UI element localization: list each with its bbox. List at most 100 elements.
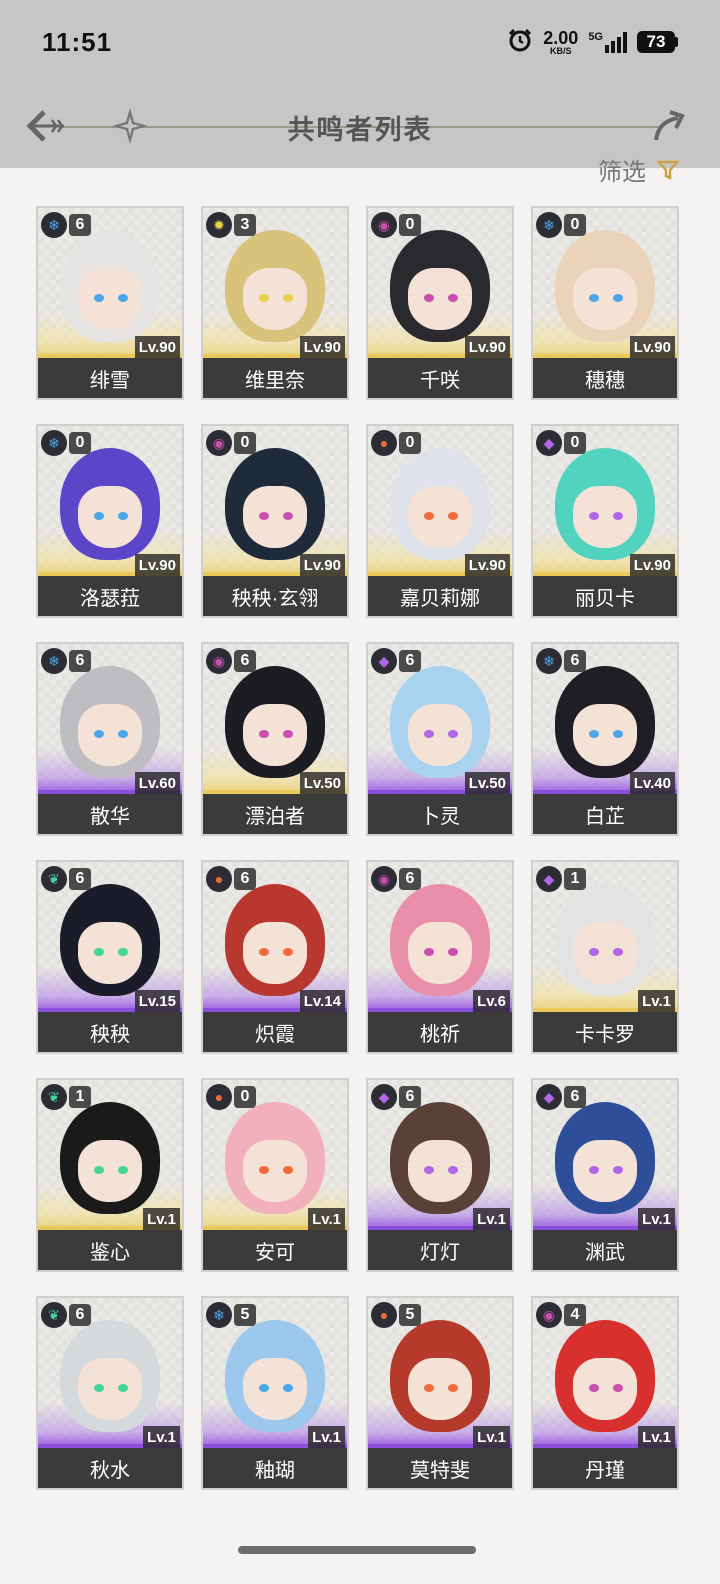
resonator-card[interactable]: ◆ 6 Lv.1 渊武 [531, 1078, 679, 1272]
sequence-badge: 0 [399, 432, 421, 454]
resonator-card[interactable]: ❄ 6 Lv.90 绯雪 [36, 206, 184, 400]
element-aero-icon: ❦ [41, 1084, 67, 1110]
sequence-badge: 6 [399, 1086, 421, 1108]
element-electro-icon: ◆ [536, 866, 562, 892]
resonator-card[interactable]: ❄ 0 Lv.90 穗穗 [531, 206, 679, 400]
level-badge: Lv.90 [629, 336, 675, 358]
level-badge: Lv.60 [134, 772, 180, 794]
network-speed-unit: KB/S [550, 45, 572, 56]
level-badge: Lv.1 [638, 990, 675, 1012]
resonator-card[interactable]: ❦ 6 Lv.1 秋水 [36, 1296, 184, 1490]
sequence-badge: 6 [69, 1304, 91, 1326]
resonator-card[interactable]: ◉ 0 Lv.90 秧秧·玄翎 [201, 424, 349, 618]
sequence-badge: 6 [399, 868, 421, 890]
level-badge: Lv.90 [464, 554, 510, 576]
share-arrow-icon [654, 110, 685, 141]
sequence-badge: 0 [234, 432, 256, 454]
resonator-name: 渊武 [533, 1230, 677, 1270]
portrait-face [573, 922, 637, 984]
portrait-eye [118, 948, 128, 956]
resonator-card[interactable]: ✹ 3 Lv.90 维里奈 [201, 206, 349, 400]
element-fusion-icon: ● [206, 866, 232, 892]
portrait-eye [448, 512, 458, 520]
signal-icon: 5G [588, 31, 627, 53]
sequence-badge: 0 [399, 214, 421, 236]
element-electro-icon: ◆ [536, 430, 562, 456]
resonator-card[interactable]: ❦ 6 Lv.15 秧秧 [36, 860, 184, 1054]
portrait-face [408, 1358, 472, 1420]
portrait-eye [448, 1384, 458, 1392]
resonator-card[interactable]: ● 0 Lv.1 安可 [201, 1078, 349, 1272]
resonator-card[interactable]: ❄ 6 Lv.40 白芷 [531, 642, 679, 836]
resonator-card[interactable]: ◆ 0 Lv.90 丽贝卡 [531, 424, 679, 618]
level-badge: Lv.1 [473, 1208, 510, 1230]
level-badge: Lv.14 [299, 990, 345, 1012]
portrait-eye [118, 1166, 128, 1174]
sequence-badge: 4 [564, 1304, 586, 1326]
portrait-face [78, 922, 142, 984]
portrait-face [243, 1140, 307, 1202]
resonator-card[interactable]: ◉ 6 Lv.50 漂泊者 [201, 642, 349, 836]
element-glacio-icon: ❄ [536, 648, 562, 674]
resonator-card[interactable]: ● 6 Lv.14 炽霞 [201, 860, 349, 1054]
resonator-name: 秧秧·玄翎 [203, 576, 347, 616]
resonator-name: 洛瑟菈 [38, 576, 182, 616]
resonator-card[interactable]: ❄ 5 Lv.1 釉瑚 [201, 1296, 349, 1490]
portrait-eye [589, 512, 599, 520]
resonator-card[interactable]: ◉ 6 Lv.6 桃祈 [366, 860, 514, 1054]
resonator-card[interactable]: ◆ 6 Lv.1 灯灯 [366, 1078, 514, 1272]
resonator-card[interactable]: ◆ 1 Lv.1 卡卡罗 [531, 860, 679, 1054]
sequence-badge: 0 [69, 432, 91, 454]
portrait-eye [283, 1166, 293, 1174]
resonator-card[interactable]: ❦ 1 Lv.1 鉴心 [36, 1078, 184, 1272]
portrait-eye [118, 294, 128, 302]
portrait-eye [448, 730, 458, 738]
status-bar: 11:51 2.00 KB/S 5G 73 [0, 0, 720, 84]
level-badge: Lv.50 [299, 772, 345, 794]
resonator-name: 漂泊者 [203, 794, 347, 834]
sequence-badge: 6 [69, 650, 91, 672]
element-havoc-icon: ◉ [371, 212, 397, 238]
level-badge: Lv.90 [299, 554, 345, 576]
page-title: 共鸣者列表 [287, 115, 433, 145]
portrait-eye [589, 1384, 599, 1392]
portrait-eye [613, 294, 623, 302]
resonator-name: 釉瑚 [203, 1448, 347, 1488]
element-glacio-icon: ❄ [206, 1302, 232, 1328]
sequence-badge: 5 [399, 1304, 421, 1326]
portrait-face [408, 1140, 472, 1202]
resonator-card[interactable]: ◆ 6 Lv.50 卜灵 [366, 642, 514, 836]
portrait-eye [118, 512, 128, 520]
element-fusion-icon: ● [371, 430, 397, 456]
filter-button[interactable]: 筛选 [598, 152, 680, 187]
sequence-badge: 6 [234, 868, 256, 890]
portrait-eye [589, 294, 599, 302]
portrait-eye [259, 1166, 269, 1174]
portrait-eye [424, 512, 434, 520]
resonator-card[interactable]: ◉ 4 Lv.1 丹瑾 [531, 1296, 679, 1490]
element-havoc-icon: ◉ [206, 430, 232, 456]
portrait-eye [613, 1384, 623, 1392]
sequence-badge: 3 [234, 214, 256, 236]
signal-type: 5G [588, 31, 603, 43]
resonator-card[interactable]: ◉ 0 Lv.90 千咲 [366, 206, 514, 400]
resonator-grid: ❄ 6 Lv.90 绯雪 ✹ 3 Lv.90 维里奈 ◉ 0 Lv.90 千咲 [36, 206, 680, 1490]
level-badge: Lv.90 [134, 336, 180, 358]
resonator-card[interactable]: ● 0 Lv.90 嘉贝莉娜 [366, 424, 514, 618]
share-button[interactable] [646, 106, 690, 146]
resonator-card[interactable]: ❄ 0 Lv.90 洛瑟菈 [36, 424, 184, 618]
element-aero-icon: ❦ [41, 866, 67, 892]
resonator-name: 绯雪 [38, 358, 182, 398]
element-glacio-icon: ❄ [41, 648, 67, 674]
resonator-card[interactable]: ● 5 Lv.1 莫特斐 [366, 1296, 514, 1490]
portrait-eye [94, 1384, 104, 1392]
home-indicator[interactable] [238, 1546, 476, 1554]
level-badge: Lv.90 [629, 554, 675, 576]
portrait-eye [259, 294, 269, 302]
sequence-badge: 1 [564, 868, 586, 890]
portrait-eye [424, 1166, 434, 1174]
network-speed-value: 2.00 [543, 27, 579, 48]
resonator-name: 穗穗 [533, 358, 677, 398]
portrait-face [573, 268, 637, 330]
resonator-card[interactable]: ❄ 6 Lv.60 散华 [36, 642, 184, 836]
